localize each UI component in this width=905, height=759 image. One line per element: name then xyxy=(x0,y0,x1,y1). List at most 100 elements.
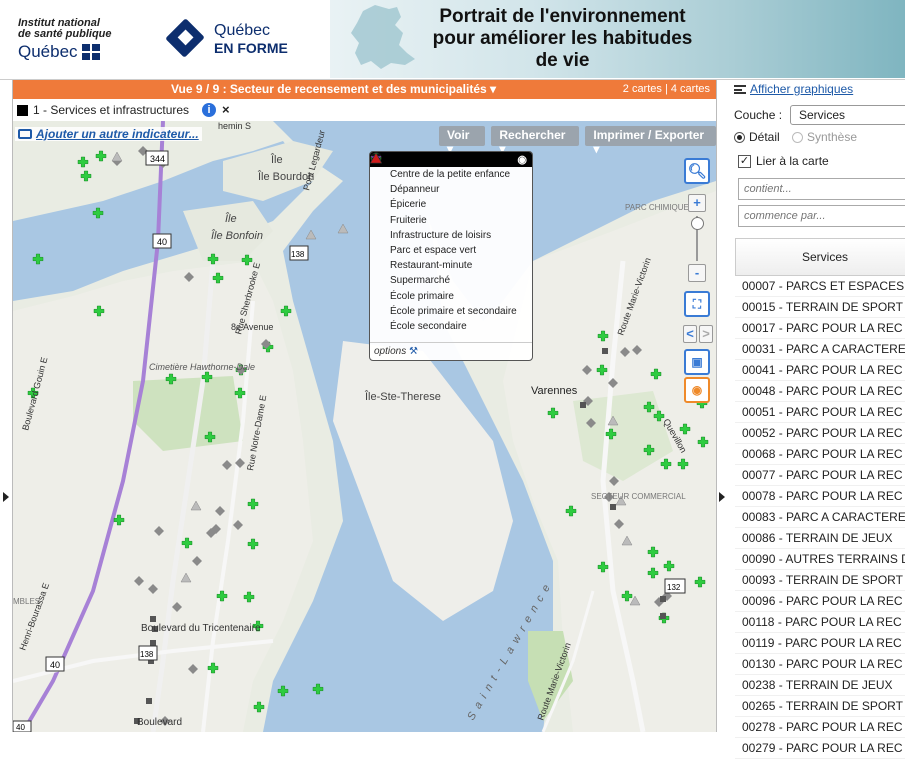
map-svg[interactable]: Île Île Bourdon Île Île Bonfoin Île-Ste-… xyxy=(13,121,716,732)
service-row[interactable]: 00078 - PARC POUR LA REC xyxy=(735,486,905,507)
park-marker[interactable] xyxy=(95,150,107,162)
service-row[interactable]: 00083 - PARC A CARACTERE xyxy=(735,507,905,528)
show-graphs-link[interactable]: Afficher graphiques xyxy=(734,82,853,96)
camera-icon: ▣ xyxy=(691,355,703,369)
legend-item[interactable]: Restaurant-minute xyxy=(370,153,532,273)
service-row[interactable]: 00279 - PARC POUR LA REC xyxy=(735,738,905,759)
legend-item-label: Dépanneur xyxy=(390,184,440,196)
service-row[interactable]: 00031 - PARC A CARACTERE xyxy=(735,339,905,360)
collapse-right-icon[interactable] xyxy=(719,492,725,502)
bars-icon xyxy=(734,84,746,94)
restaurant-marker[interactable] xyxy=(150,640,156,646)
park-marker[interactable] xyxy=(280,305,292,317)
lier-carte-row[interactable]: ✓ Lier à la carte xyxy=(738,154,829,168)
zoom-slider-handle[interactable] xyxy=(691,217,704,230)
service-row[interactable]: 00265 - TERRAIN DE SPORT xyxy=(735,696,905,717)
service-row[interactable]: 00086 - TERRAIN DE JEUX xyxy=(735,528,905,549)
view-title[interactable]: Vue 9 / 9 : Secteur de recensement et de… xyxy=(171,82,496,96)
legend-item[interactable]: École secondaire xyxy=(370,152,532,334)
collapse-left-icon[interactable] xyxy=(3,492,9,502)
legend-item[interactable]: Infrastructure de loisirs xyxy=(370,153,532,243)
service-row[interactable]: 00118 - PARC POUR LA REC xyxy=(735,612,905,633)
legend-item-label: Supermarché xyxy=(390,275,451,287)
legend-item[interactable]: Fruiterie xyxy=(370,153,532,228)
services-column-header[interactable]: Services xyxy=(735,238,905,276)
view-bar[interactable]: Vue 9 / 9 : Secteur de recensement et de… xyxy=(13,80,716,99)
voir-menu[interactable]: Voir xyxy=(439,126,486,146)
screenshot-button[interactable]: ▣ xyxy=(684,349,710,375)
next-extent-button[interactable]: > xyxy=(699,325,713,343)
label-ile-bourdon-1: Île xyxy=(270,153,283,166)
legend-item[interactable]: École primaire et secondaire xyxy=(370,152,532,319)
shield-138b-text: 138 xyxy=(291,250,305,259)
service-row[interactable]: 00007 - PARCS ET ESPACES xyxy=(735,276,905,297)
service-row[interactable]: 00093 - TERRAIN DE SPORT xyxy=(735,570,905,591)
circle-symbol-icon xyxy=(370,152,386,181)
synthese-radio-button[interactable] xyxy=(792,131,803,143)
legend-item[interactable]: Parc et espace vert xyxy=(370,153,532,258)
legend-item[interactable]: Épicerie xyxy=(370,153,532,212)
park-marker[interactable] xyxy=(80,170,92,182)
zoom-out-button[interactable]: - xyxy=(688,264,706,282)
prev-extent-button[interactable]: < xyxy=(683,325,697,343)
service-row[interactable]: 00090 - AUTRES TERRAINS D xyxy=(735,549,905,570)
quebec-en-forme-logo[interactable]: Québec EN FORME xyxy=(165,18,308,60)
fullscreen-button[interactable]: ⛶ xyxy=(684,291,710,317)
restaurant-marker[interactable] xyxy=(146,698,152,704)
service-row[interactable]: 00278 - PARC POUR LA REC xyxy=(735,717,905,738)
label-chemin: hemin S xyxy=(218,121,251,131)
close-icon[interactable]: × xyxy=(222,102,230,117)
shield-132-text: 132 xyxy=(667,583,681,592)
restaurant-marker[interactable] xyxy=(150,616,156,622)
commence-filter-input[interactable] xyxy=(738,205,905,227)
legend-item[interactable]: Supermarché xyxy=(370,152,532,288)
restaurant-marker[interactable] xyxy=(610,504,616,510)
locate-button[interactable]: ◉ xyxy=(684,377,710,403)
legend-options[interactable]: options ⚒ xyxy=(370,342,532,360)
restaurant-marker[interactable] xyxy=(580,402,586,408)
caret-down-icon[interactable]: ▾ xyxy=(490,82,496,96)
couche-select[interactable]: Services xyxy=(790,105,905,125)
lier-checkbox[interactable]: ✓ xyxy=(738,154,751,168)
layer-name[interactable]: 1 - Services et infrastructures xyxy=(33,103,189,117)
inspq-logo[interactable]: Institut national de santé publique Québ… xyxy=(18,18,148,62)
service-row[interactable]: 00119 - PARC POUR LA REC xyxy=(735,633,905,654)
park-marker[interactable] xyxy=(77,156,89,168)
service-row[interactable]: 00238 - TERRAIN DE JEUX xyxy=(735,675,905,696)
restaurant-marker[interactable] xyxy=(602,348,608,354)
legend-item[interactable]: École primaire xyxy=(370,152,532,304)
rechercher-menu[interactable]: Rechercher xyxy=(491,126,580,146)
label-secteur-commercial: SECTEUR COMMERCIAL xyxy=(591,492,686,501)
restaurant-marker[interactable] xyxy=(660,596,666,602)
service-row[interactable]: 00052 - PARC POUR LA REC xyxy=(735,423,905,444)
school-marker[interactable] xyxy=(111,151,123,162)
service-row[interactable]: 00068 - PARC POUR LA REC xyxy=(735,444,905,465)
service-row[interactable]: 00015 - TERRAIN DE SPORT xyxy=(735,297,905,318)
cross-symbol-icon xyxy=(371,153,386,257)
service-row[interactable]: 00096 - PARC POUR LA REC xyxy=(735,591,905,612)
service-row[interactable]: 00041 - PARC POUR LA REC xyxy=(735,360,905,381)
synthese-radio[interactable]: Synthèse xyxy=(792,130,857,144)
service-row[interactable]: 00017 - PARC POUR LA REC xyxy=(735,318,905,339)
zoom-in-button[interactable]: + xyxy=(688,194,706,212)
service-row[interactable]: 00130 - PARC POUR LA REC xyxy=(735,654,905,675)
eye-icon[interactable]: ◉ xyxy=(517,153,527,166)
service-row[interactable]: 00048 - PARC POUR LA REC xyxy=(735,381,905,402)
contient-filter-input[interactable] xyxy=(738,178,905,200)
add-indicator-link[interactable]: Ajouter un autre indicateur... xyxy=(15,127,202,141)
shield-138-text: 138 xyxy=(140,650,154,659)
service-row[interactable]: 00051 - PARC POUR LA REC xyxy=(735,402,905,423)
imprimer-exporter-menu[interactable]: Imprimer / Exporter xyxy=(585,126,716,146)
legend-item[interactable]: Centre de la petite enfance xyxy=(370,152,532,182)
map-counts[interactable]: 2 cartes | 4 cartes xyxy=(623,83,710,95)
park-marker[interactable] xyxy=(253,701,265,713)
legend-items: Centre de la petite enfance Dépanneur Épic… xyxy=(370,152,532,334)
info-icon[interactable]: i xyxy=(202,103,216,117)
restaurant-marker[interactable] xyxy=(660,613,666,619)
legend-item[interactable]: Dépanneur xyxy=(370,153,532,197)
detail-radio-button[interactable] xyxy=(734,131,745,143)
detail-radio[interactable]: Détail xyxy=(734,130,780,144)
zoom-magnifier-button[interactable]: 🔍︎ xyxy=(684,158,710,184)
service-row[interactable]: 00077 - PARC POUR LA REC xyxy=(735,465,905,486)
map-canvas[interactable]: Île Île Bourdon Île Île Bonfoin Île-Ste-… xyxy=(13,121,716,732)
